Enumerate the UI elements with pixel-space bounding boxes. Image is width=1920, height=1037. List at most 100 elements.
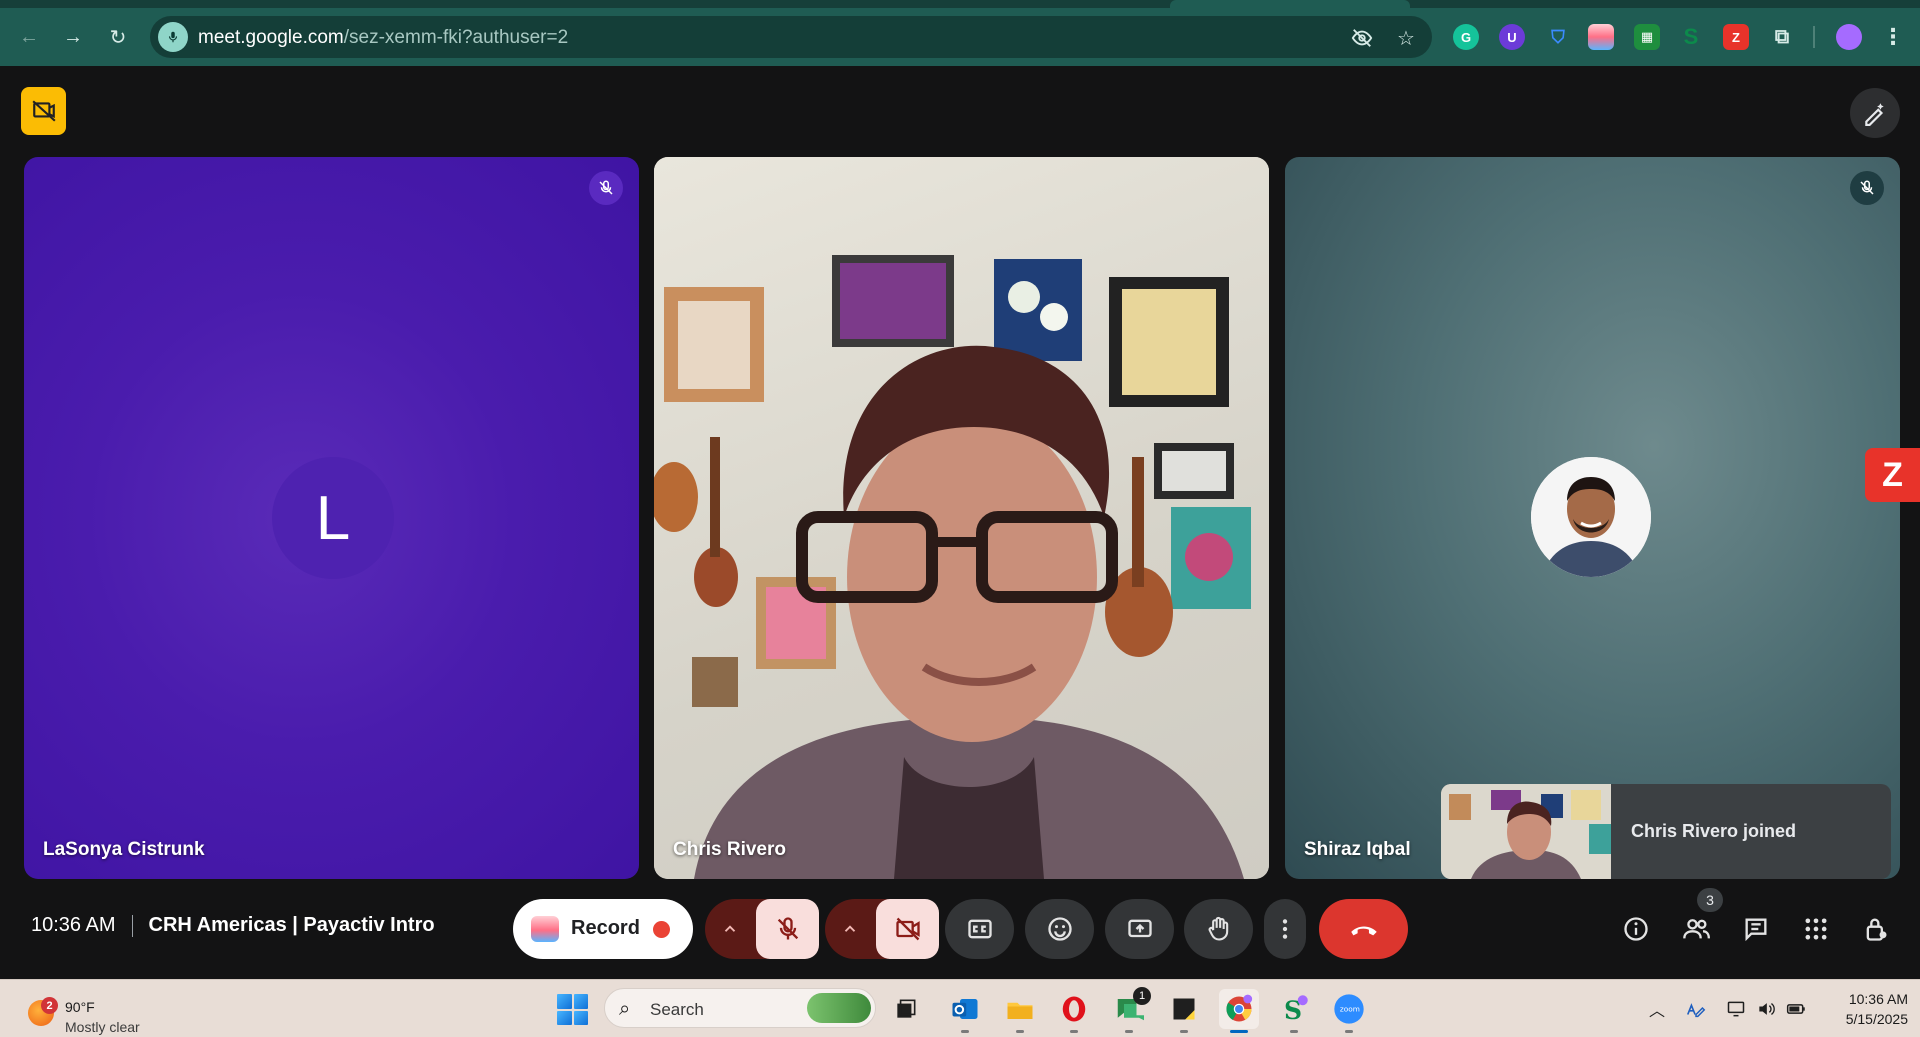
forward-icon[interactable]: → bbox=[58, 22, 88, 52]
join-thumbnail bbox=[1441, 784, 1611, 879]
video-options-chevron-icon[interactable] bbox=[837, 917, 863, 941]
volume-icon[interactable] bbox=[1755, 998, 1777, 1020]
recorder-extension-icon[interactable] bbox=[1588, 24, 1614, 50]
self-view-hidden-icon[interactable] bbox=[21, 87, 66, 135]
chrome-menu-icon[interactable]: ⋮ bbox=[1880, 24, 1906, 50]
captions-button[interactable] bbox=[945, 899, 1014, 959]
grammarly-extension-icon[interactable]: G bbox=[1453, 24, 1479, 50]
weather-alert-badge: 2 bbox=[41, 997, 58, 1014]
camera-control bbox=[825, 899, 939, 959]
s-extension-icon[interactable]: S bbox=[1678, 24, 1704, 50]
mic-off-icon bbox=[777, 917, 798, 940]
hang-up-icon bbox=[1350, 926, 1377, 936]
language-pen-icon[interactable] bbox=[1685, 998, 1707, 1020]
meeting-info: 10:36 AM CRH Americas | Payactiv Intro bbox=[31, 914, 435, 937]
taskbar-search-box[interactable]: ⌕ Search bbox=[604, 988, 876, 1028]
opera-browser-icon[interactable] bbox=[1054, 989, 1094, 1033]
extensions-puzzle-icon[interactable]: ⧉ bbox=[1769, 24, 1795, 50]
file-explorer-icon[interactable] bbox=[1000, 989, 1040, 1033]
chat-icon bbox=[1745, 918, 1767, 942]
running-indicator bbox=[1125, 1030, 1133, 1033]
present-screen-button[interactable] bbox=[1105, 899, 1174, 959]
camera-toggle-button[interactable] bbox=[876, 899, 939, 959]
microphone-in-use-icon[interactable] bbox=[158, 22, 188, 52]
avatar: L bbox=[272, 457, 394, 579]
running-indicator bbox=[1345, 1030, 1353, 1033]
mic-toggle-button[interactable] bbox=[756, 899, 819, 959]
more-options-button[interactable] bbox=[1264, 899, 1306, 959]
notification-badge: 1 bbox=[1133, 987, 1151, 1005]
participant-name: Shiraz Iqbal bbox=[1304, 839, 1411, 860]
show-hidden-icons-chevron-icon[interactable]: ︿ bbox=[1646, 998, 1668, 1020]
captions-icon bbox=[967, 919, 992, 939]
people-button[interactable] bbox=[1677, 910, 1715, 948]
participant-name: LaSonya Cistrunk bbox=[43, 839, 205, 860]
profile-avatar[interactable] bbox=[1836, 24, 1862, 50]
system-clock[interactable]: 10:36 AM 5/15/2025 bbox=[1816, 989, 1908, 1029]
extension-u-icon[interactable]: U bbox=[1499, 24, 1525, 50]
host-controls-button[interactable] bbox=[1857, 910, 1895, 948]
visual-effects-icon[interactable] bbox=[1850, 88, 1900, 138]
windows-start-icon[interactable] bbox=[557, 994, 588, 1025]
weather-condition: Mostly clear bbox=[65, 1019, 140, 1035]
record-button[interactable]: Record bbox=[513, 899, 693, 959]
search-highlight-art bbox=[807, 993, 871, 1023]
clock-date: 5/15/2025 bbox=[1845, 1011, 1908, 1027]
running-indicator bbox=[1016, 1030, 1024, 1033]
avatar bbox=[1531, 457, 1651, 577]
windows-taskbar: 2 90°F Mostly clear ⌕ Search 1 S zoom ︿ … bbox=[0, 979, 1920, 1037]
clock-time: 10:36 AM bbox=[1848, 991, 1908, 1007]
record-dot-icon bbox=[653, 921, 670, 938]
more-vert-icon bbox=[1282, 919, 1288, 939]
video-frame-illustration bbox=[654, 255, 1251, 879]
reactions-button[interactable] bbox=[1025, 899, 1094, 959]
participant-tile-lasonya[interactable]: L LaSonya Cistrunk bbox=[24, 157, 639, 879]
running-indicator bbox=[1070, 1030, 1078, 1033]
battery-icon[interactable] bbox=[1785, 998, 1807, 1020]
shield-extension-icon[interactable]: ⛉ bbox=[1545, 24, 1571, 50]
address-bar[interactable]: meet.google.com/sez-xemm-fki?authuser=2 … bbox=[150, 16, 1432, 58]
microphone-control bbox=[705, 899, 819, 959]
meeting-time: 10:36 AM bbox=[31, 914, 116, 936]
reload-icon[interactable]: ↻ bbox=[103, 22, 133, 52]
star-icon[interactable]: ☆ bbox=[1394, 26, 1418, 50]
recorder-logo-icon bbox=[531, 916, 559, 942]
apps-grid-icon bbox=[1805, 918, 1827, 940]
leave-call-button[interactable] bbox=[1319, 899, 1408, 959]
participant-name: Chris Rivero bbox=[673, 839, 786, 860]
tab-active[interactable] bbox=[1170, 0, 1410, 8]
weather-widget[interactable]: 2 90°F Mostly clear bbox=[24, 990, 164, 1035]
join-notification: Chris Rivero joined bbox=[1441, 784, 1891, 879]
z-extension-sidebar-icon[interactable]: Z bbox=[1865, 448, 1920, 502]
participant-tile-chris[interactable]: Chris Rivero bbox=[654, 157, 1269, 879]
participant-count-badge: 3 bbox=[1697, 888, 1723, 912]
outlook-icon[interactable] bbox=[945, 989, 985, 1033]
audio-options-chevron-icon[interactable] bbox=[717, 917, 743, 941]
divider bbox=[131, 914, 133, 937]
sheets-extension-icon[interactable]: ▦ bbox=[1634, 24, 1660, 50]
raise-hand-button[interactable] bbox=[1184, 899, 1253, 959]
svg-text:zoom: zoom bbox=[1340, 1005, 1360, 1014]
muted-mic-icon bbox=[1850, 171, 1884, 205]
browser-toolbar: ← → ↻ meet.google.com/sez-xemm-fki?authu… bbox=[0, 0, 1920, 66]
search-icon: ⌕ bbox=[619, 998, 631, 1020]
s-app-icon[interactable]: S bbox=[1274, 989, 1314, 1033]
sticky-notes-icon[interactable] bbox=[1164, 989, 1204, 1033]
back-icon[interactable]: ← bbox=[14, 22, 44, 52]
z-extension-icon[interactable]: Z bbox=[1723, 24, 1749, 50]
video-feed bbox=[654, 157, 1269, 879]
network-icon[interactable] bbox=[1725, 998, 1747, 1020]
chrome-icon[interactable] bbox=[1219, 989, 1259, 1033]
people-icon bbox=[1683, 919, 1710, 939]
task-view-icon[interactable] bbox=[886, 989, 926, 1029]
teams-chat-icon[interactable]: 1 bbox=[1109, 987, 1151, 1033]
eye-off-icon[interactable] bbox=[1350, 26, 1374, 50]
zoom-icon[interactable]: zoom bbox=[1329, 989, 1369, 1033]
present-icon bbox=[1127, 919, 1152, 938]
toolbar-separator bbox=[1813, 26, 1815, 48]
url-text[interactable]: meet.google.com/sez-xemm-fki?authuser=2 bbox=[198, 27, 568, 49]
participant-tile-shiraz[interactable]: Shiraz Iqbal bbox=[1285, 157, 1900, 879]
chat-button[interactable] bbox=[1737, 910, 1775, 948]
activities-button[interactable] bbox=[1797, 910, 1835, 948]
meeting-details-button[interactable] bbox=[1617, 910, 1655, 948]
